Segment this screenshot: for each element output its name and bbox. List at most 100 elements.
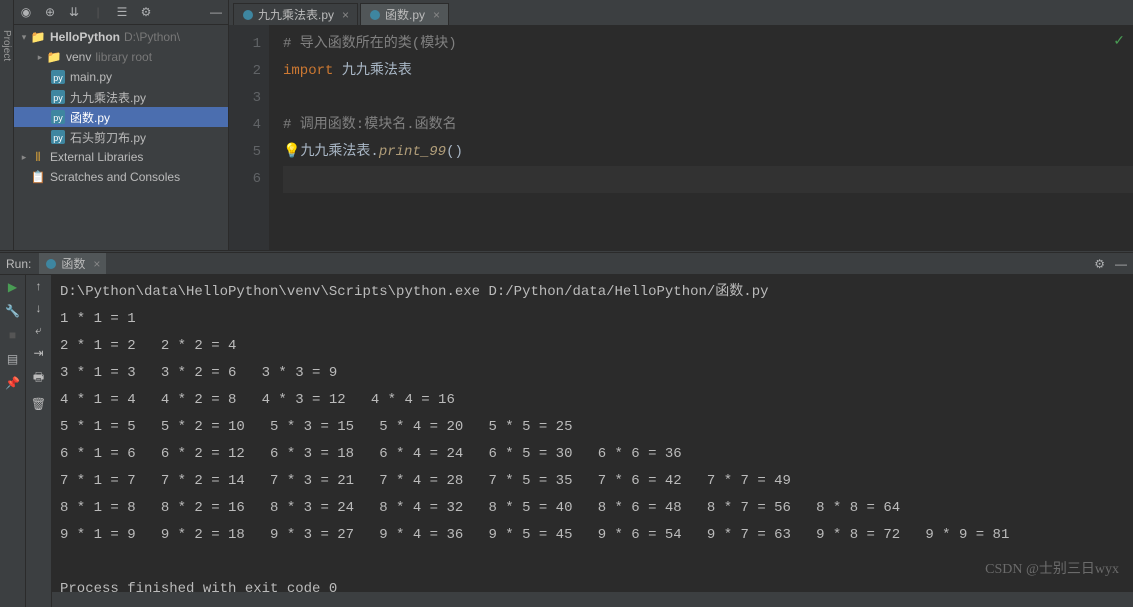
lightbulb-icon[interactable]: 💡 xyxy=(283,144,300,160)
venv-label: venv xyxy=(66,50,91,64)
close-icon[interactable]: × xyxy=(342,8,349,22)
file-main[interactable]: py main.py xyxy=(14,67,228,87)
editor-tabs: 九九乘法表.py × 函数.py × xyxy=(229,0,1133,25)
external-libraries[interactable]: ▸ ⫴ External Libraries xyxy=(14,147,228,167)
project-toolbar: ◉ ⊕ ⇊ | ☰ ⚙ — xyxy=(14,0,228,25)
keyword: import xyxy=(283,63,333,79)
up-icon[interactable]: ↑ xyxy=(36,279,42,293)
pin-icon[interactable]: 📌 xyxy=(5,375,21,391)
project-root[interactable]: ▾ 📁 HelloPython D:\Python\ xyxy=(14,27,228,47)
venv-folder[interactable]: ▸ 📁 venv library root xyxy=(14,47,228,67)
project-panel: ◉ ⊕ ⇊ | ☰ ⚙ — ▾ 📁 HelloPython D:\Python\… xyxy=(14,0,229,250)
run-tab[interactable]: 函数 × xyxy=(39,253,106,274)
close-icon[interactable]: × xyxy=(93,257,100,271)
folder-icon: 📁 xyxy=(30,30,46,44)
file-label: 九九乘法表.py xyxy=(70,89,146,106)
console-exit: Process finished with exit code 0 xyxy=(60,581,337,597)
editor-area: 九九乘法表.py × 函数.py × ✓ 1 2 3 4 5 6 # 导入函数所… xyxy=(229,0,1133,250)
scratches-consoles[interactable]: 📋 Scratches and Consoles xyxy=(14,167,228,187)
console-line: 2 * 1 = 2 2 * 2 = 4 xyxy=(60,338,236,354)
run-toolbar-left: ▶ 🔧 ■ ▤ 📌 xyxy=(0,275,26,607)
python-file-icon xyxy=(242,9,254,21)
scratches-label: Scratches and Consoles xyxy=(50,170,180,184)
watermark: CSDN @士别三日wyx xyxy=(985,558,1119,578)
tab-label: 九九乘法表.py xyxy=(258,6,334,23)
file-function[interactable]: py 函数.py xyxy=(14,107,228,127)
line-number: 6 xyxy=(229,166,261,193)
rerun-icon[interactable]: ▶ xyxy=(5,279,21,295)
run-label: Run: xyxy=(6,257,31,271)
file-multiplication[interactable]: py 九九乘法表.py xyxy=(14,87,228,107)
layout-icon[interactable]: ▤ xyxy=(5,351,21,367)
select-opened-icon[interactable]: ◉ xyxy=(18,4,34,20)
console-line: 6 * 1 = 6 6 * 2 = 12 6 * 3 = 18 6 * 4 = … xyxy=(60,446,682,462)
python-file-icon xyxy=(45,258,57,270)
line-gutter: 1 2 3 4 5 6 xyxy=(229,25,269,250)
console-output[interactable]: D:\Python\data\HelloPython\venv\Scripts\… xyxy=(52,275,1133,607)
console-line: 4 * 1 = 4 4 * 2 = 8 4 * 3 = 12 4 * 4 = 1… xyxy=(60,392,455,408)
close-icon[interactable]: × xyxy=(433,8,440,22)
run-panel: Run: 函数 × ⚙ — ▶ 🔧 ■ ▤ 📌 ↑ ↓ ⤶ ⇥ 🖶 🗑 D:\P… xyxy=(0,253,1133,592)
file-rps[interactable]: py 石头剪刀布.py xyxy=(14,127,228,147)
hide-icon[interactable]: — xyxy=(1115,257,1127,271)
comment: # 导入函数所在的类(模块) xyxy=(283,36,457,52)
line-number: 4 xyxy=(229,112,261,139)
console-line: 5 * 1 = 5 5 * 2 = 10 5 * 3 = 15 5 * 4 = … xyxy=(60,419,572,435)
scroll-to-end-icon[interactable]: ⇥ xyxy=(33,346,43,360)
python-file-icon: py xyxy=(50,90,66,104)
gear-icon[interactable]: ⚙ xyxy=(138,4,154,20)
line-number: 1 xyxy=(229,31,261,58)
svg-text:py: py xyxy=(53,113,63,123)
left-gutter: Project xyxy=(0,0,14,250)
identifier: 九九乘法表 xyxy=(333,63,411,79)
project-path: D:\Python\ xyxy=(124,30,180,44)
hide-icon[interactable]: — xyxy=(208,4,224,20)
show-options-icon[interactable]: ☰ xyxy=(114,4,130,20)
venv-tag: library root xyxy=(95,50,152,64)
folder-icon: 📁 xyxy=(46,50,62,64)
soft-wrap-icon[interactable]: ⤶ xyxy=(35,323,42,338)
trash-icon[interactable]: 🗑 xyxy=(31,397,46,411)
console-command: D:\Python\data\HelloPython\venv\Scripts\… xyxy=(60,284,769,300)
python-file-icon: py xyxy=(50,130,66,144)
run-header: Run: 函数 × ⚙ — xyxy=(0,253,1133,275)
run-body: ▶ 🔧 ■ ▤ 📌 ↑ ↓ ⤶ ⇥ 🖶 🗑 D:\Python\data\Hel… xyxy=(0,275,1133,607)
svg-text:py: py xyxy=(53,133,63,143)
console-line: 7 * 1 = 7 7 * 2 = 14 7 * 3 = 21 7 * 4 = … xyxy=(60,473,791,489)
scratches-icon: 📋 xyxy=(30,170,46,184)
ext-lib-label: External Libraries xyxy=(50,150,143,164)
parens: () xyxy=(446,144,463,160)
library-icon: ⫴ xyxy=(30,150,46,164)
file-label: main.py xyxy=(70,70,112,84)
code-editor[interactable]: ✓ 1 2 3 4 5 6 # 导入函数所在的类(模块) import 九九乘法… xyxy=(229,25,1133,250)
wrench-icon[interactable]: 🔧 xyxy=(5,303,21,319)
collapse-all-icon[interactable]: ⇊ xyxy=(66,4,82,20)
line-number: 3 xyxy=(229,85,261,112)
run-tab-label: 函数 xyxy=(61,255,85,272)
down-icon[interactable]: ↓ xyxy=(36,301,42,315)
code-content[interactable]: # 导入函数所在的类(模块) import 九九乘法表 # 调用函数:模块名.函… xyxy=(269,25,1133,250)
stop-icon[interactable]: ■ xyxy=(5,327,21,343)
console-line: 3 * 1 = 3 3 * 2 = 6 3 * 3 = 9 xyxy=(60,365,337,381)
project-tree: ▾ 📁 HelloPython D:\Python\ ▸ 📁 venv libr… xyxy=(14,25,228,250)
tab-multiplication[interactable]: 九九乘法表.py × xyxy=(233,3,358,25)
print-icon[interactable]: 🖶 xyxy=(33,368,44,389)
file-label: 石头剪刀布.py xyxy=(70,129,146,146)
divider: | xyxy=(90,4,106,20)
tab-function[interactable]: 函数.py × xyxy=(360,3,449,25)
console-line: 8 * 1 = 8 8 * 2 = 16 8 * 3 = 24 8 * 4 = … xyxy=(60,500,900,516)
project-tool-label[interactable]: Project xyxy=(1,30,12,61)
svg-text:py: py xyxy=(53,93,63,103)
expand-all-icon[interactable]: ⊕ xyxy=(42,4,58,20)
project-name: HelloPython xyxy=(50,30,120,44)
file-label: 函数.py xyxy=(70,109,110,126)
gear-icon[interactable]: ⚙ xyxy=(1094,257,1105,271)
identifier: 九九乘法表. xyxy=(300,144,378,160)
console-line: 9 * 1 = 9 9 * 2 = 18 9 * 3 = 27 9 * 4 = … xyxy=(60,527,1009,543)
console-line: 1 * 1 = 1 xyxy=(60,311,136,327)
svg-text:py: py xyxy=(53,73,63,83)
python-file-icon: py xyxy=(50,110,66,124)
line-number: 5 xyxy=(229,139,261,166)
line-number: 2 xyxy=(229,58,261,85)
python-file-icon xyxy=(369,9,381,21)
